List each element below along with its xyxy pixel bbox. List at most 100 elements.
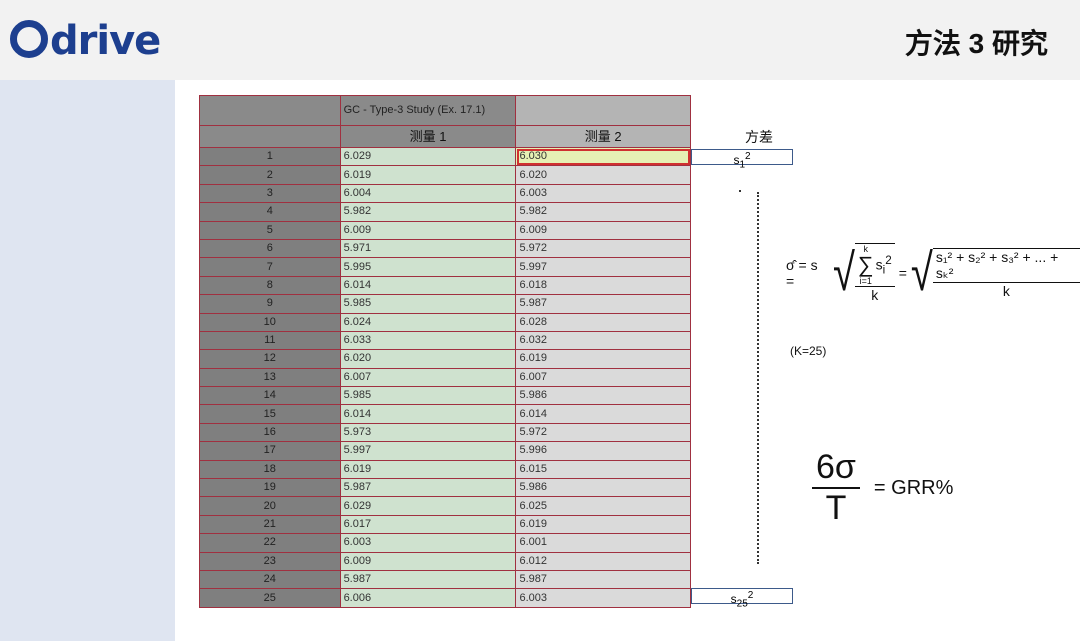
table-row: 16 5.973 5.972 [199,422,691,443]
row-index: 5 [199,220,341,240]
measurement-cell[interactable]: 5.996 [515,441,691,461]
grr-frac: 6σ T [812,448,860,528]
var-sup: 2 [747,590,754,601]
row-index: 23 [199,551,341,571]
measurement-cell[interactable]: 5.987 [515,569,691,590]
measurement-cell[interactable]: 6.018 [515,275,691,296]
measurement-cell[interactable]: 5.987 [339,478,517,498]
measurement-cell[interactable]: 6.033 [339,330,517,351]
measurement-cell[interactable]: 6.007 [339,367,517,388]
row-index: 4 [199,202,341,222]
row-index: 13 [199,367,341,388]
measurement-cell[interactable]: 5.997 [339,441,517,461]
table-row: 10 6.024 6.028 [199,312,691,332]
measurement-cell[interactable]: 6.030 [515,146,691,167]
table-row: 4 5.982 5.982 [199,202,691,222]
corner-cell [199,95,341,126]
grr-result: = GRR% [873,476,954,499]
k-note: (K=25) [790,344,827,358]
measurement-cell[interactable]: 6.003 [515,183,691,204]
row-index: 2 [199,165,341,185]
row-index: 21 [199,514,341,535]
row-index: 24 [199,569,341,590]
table-row: 24 5.987 5.987 [199,569,691,590]
measurement-cell[interactable]: 5.997 [515,257,691,277]
measurement-cell[interactable]: 6.003 [515,588,691,608]
measurement-cell[interactable]: 6.006 [339,588,517,608]
measurement-cell[interactable]: 6.014 [339,275,517,296]
measurement-cell[interactable]: 6.028 [515,312,691,332]
row-index: 15 [199,404,341,424]
measurement-cell[interactable]: 6.019 [515,514,691,535]
table-row: 18 6.019 6.015 [199,459,691,480]
table-row: 11 6.033 6.032 [199,330,691,351]
sum-bottom: i=1 [859,276,872,286]
measurement-cell[interactable]: 5.972 [515,422,691,443]
measurement-cell[interactable]: 5.986 [515,478,691,498]
qdrive-logo: drive [10,18,161,64]
row-index: 10 [199,312,341,332]
measurement-cell[interactable]: 6.001 [515,533,691,553]
sidebar-panel [0,80,175,641]
sum-den: k [871,287,879,303]
measurement-cell[interactable]: 5.987 [339,569,517,590]
measurement-cell[interactable]: 6.007 [515,367,691,388]
row-index: 6 [199,238,341,259]
measurement-cell[interactable]: 6.009 [515,220,691,240]
row-index: 9 [199,294,341,314]
measurement-cell[interactable]: 6.014 [515,404,691,424]
measurement-cell[interactable]: 6.012 [515,551,691,571]
variance-s25-box: s252 [691,588,793,609]
measurement-cell[interactable]: 6.032 [515,330,691,351]
measurement-cell[interactable]: 5.985 [339,294,517,314]
measurement-cell[interactable]: 6.019 [515,349,691,369]
table-row: 3 6.004 6.003 [199,183,691,204]
study-title: GC - Type-3 Study (Ex. 17.1) [339,95,517,126]
measurement-cell[interactable]: 6.004 [339,183,517,204]
grr-numerator: 6σ [812,448,860,489]
measurement-cell[interactable]: 5.982 [515,202,691,222]
column-header-2: 测量 2 [515,125,691,148]
measurement-cell[interactable]: 5.995 [339,257,517,277]
dot [739,190,741,192]
measurement-cell[interactable]: 6.020 [515,165,691,185]
measurement-cell[interactable]: 6.015 [515,459,691,480]
table-row: 5 6.009 6.009 [199,220,691,240]
measurement-cell[interactable]: 6.014 [339,404,517,424]
measurement-cell[interactable]: 6.003 [339,533,517,553]
measurement-cell[interactable]: 6.024 [339,312,517,332]
measurement-cell[interactable]: 5.982 [339,202,517,222]
row-index: 16 [199,422,341,443]
row-index: 19 [199,478,341,498]
term: s [875,256,883,273]
formula-eq: = [898,265,907,281]
table-row: 21 6.017 6.019 [199,514,691,535]
measurement-cell[interactable]: 6.025 [515,496,691,516]
measurement-cell[interactable]: 5.973 [339,422,517,443]
table-row: 25 6.006 6.003 [199,588,691,608]
measurement-cell[interactable]: 6.019 [339,165,517,185]
measurement-cell[interactable]: 5.985 [339,386,517,406]
measurement-cell[interactable]: 6.029 [339,496,517,516]
row-index: 3 [199,183,341,204]
measurement-cell[interactable]: 5.986 [515,386,691,406]
measurement-cell[interactable]: 6.009 [339,551,517,571]
measurement-cell[interactable]: 6.009 [339,220,517,240]
expanded-frac: s₁² + s₂² + s₃² + ... + sₖ² k [932,247,1080,299]
measurement-cell[interactable]: 6.029 [339,146,517,167]
q-logo-icon [10,20,48,58]
row-index: 25 [199,588,341,608]
measurement-cell[interactable]: 6.020 [339,349,517,369]
row-index: 1 [199,146,341,167]
measurement-cell[interactable]: 6.017 [339,514,517,535]
table-row: 8 6.014 6.018 [199,275,691,296]
column-header-1: 测量 1 [339,125,517,148]
table-row: 2 6.019 6.020 [199,165,691,185]
row-index: 17 [199,441,341,461]
measurement-cell[interactable]: 6.019 [339,459,517,480]
measurement-cell[interactable]: 5.987 [515,294,691,314]
variance-s1-box: s12 [691,149,793,170]
measurement-cell[interactable]: 5.971 [339,238,517,259]
measurement-cell[interactable]: 5.972 [515,238,691,259]
dotted-line [757,192,759,564]
